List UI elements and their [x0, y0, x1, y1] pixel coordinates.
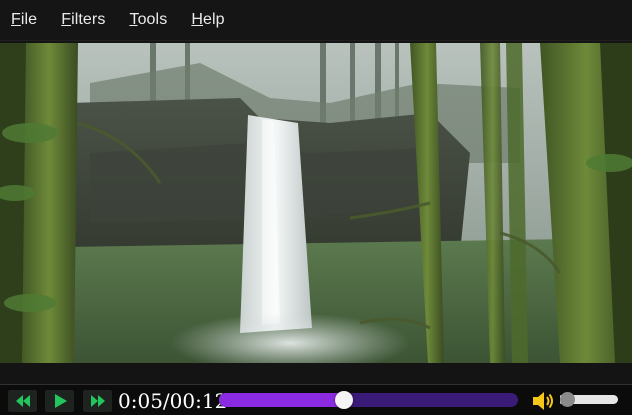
menu-file[interactable]: File	[11, 11, 37, 29]
volume-button[interactable]	[531, 390, 555, 412]
seek-bar-progress	[219, 393, 344, 407]
menu-help-mnemonic: H	[191, 11, 203, 28]
media-player-window: File Filters Tools Help 0:05/00:12	[0, 0, 632, 415]
rewind-icon	[15, 395, 30, 407]
video-frame-waterfall	[0, 43, 632, 363]
menu-help-rest: elp	[202, 11, 225, 28]
volume-slider-thumb[interactable]	[560, 392, 575, 407]
time-display: 0:05/00:12	[118, 389, 228, 413]
rewind-button[interactable]	[8, 390, 37, 412]
fast-forward-icon	[90, 395, 105, 407]
play-icon	[54, 394, 67, 408]
video-display[interactable]	[0, 43, 632, 363]
menu-filters-mnemonic: F	[61, 11, 72, 28]
play-button[interactable]	[45, 390, 74, 412]
menu-tools-rest: ools	[137, 11, 168, 28]
menu-file-rest: ile	[20, 11, 38, 28]
menu-tools-mnemonic: T	[129, 11, 138, 28]
volume-icon	[533, 392, 553, 410]
player-controls: 0:05/00:12	[0, 384, 632, 415]
fast-forward-button[interactable]	[83, 390, 112, 412]
menu-filters[interactable]: Filters	[61, 11, 105, 29]
volume-slider[interactable]	[560, 392, 618, 407]
menu-tools[interactable]: Tools	[129, 11, 167, 29]
seek-bar[interactable]	[219, 391, 518, 409]
menu-filters-rest: ilters	[71, 11, 106, 28]
menu-help[interactable]: Help	[191, 11, 224, 29]
menu-bar: File Filters Tools Help	[0, 0, 632, 41]
menu-file-mnemonic: F	[11, 11, 21, 28]
seek-bar-thumb[interactable]	[334, 391, 353, 409]
